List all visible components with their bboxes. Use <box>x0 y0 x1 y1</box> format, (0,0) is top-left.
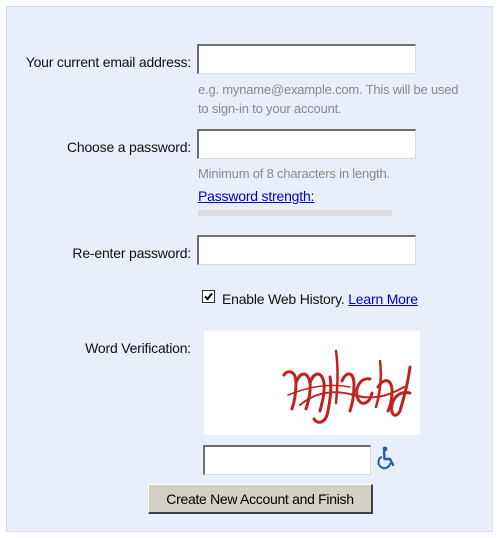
password-strength-meter <box>198 210 392 216</box>
password-hint: Minimum of 8 characters in length. <box>198 166 390 181</box>
web-history-checkbox[interactable] <box>202 290 215 303</box>
captcha-word-graphic <box>282 349 412 424</box>
wheelchair-icon[interactable] <box>376 446 398 470</box>
word-verification-label: Word Verification: <box>85 340 191 356</box>
captcha-input[interactable] <box>203 445 371 475</box>
email-hint: e.g. myname@example.com. This will be us… <box>198 80 459 118</box>
email-hint-line-1: e.g. myname@example.com. This will be us… <box>198 82 459 97</box>
learn-more-link[interactable]: Learn More <box>348 291 418 307</box>
checkmark-icon <box>204 292 213 301</box>
password-strength-link[interactable]: Password strength: <box>198 188 314 204</box>
reenter-password-label: Re-enter password: <box>72 245 191 261</box>
reenter-password-field[interactable] <box>197 235 416 265</box>
wheelchair-icon-graphic <box>377 446 395 470</box>
email-label: Your current email address: <box>25 54 191 70</box>
web-history-text: Enable Web History. <box>222 291 345 307</box>
password-field[interactable] <box>197 129 416 159</box>
email-hint-line-2: to sign-in to your account. <box>198 101 342 116</box>
captcha-image <box>204 331 420 435</box>
email-field[interactable] <box>197 44 416 74</box>
password-label: Choose a password: <box>66 139 191 155</box>
create-account-button[interactable]: Create New Account and Finish <box>148 484 373 514</box>
web-history-label: Enable Web History. Learn More <box>222 291 418 307</box>
